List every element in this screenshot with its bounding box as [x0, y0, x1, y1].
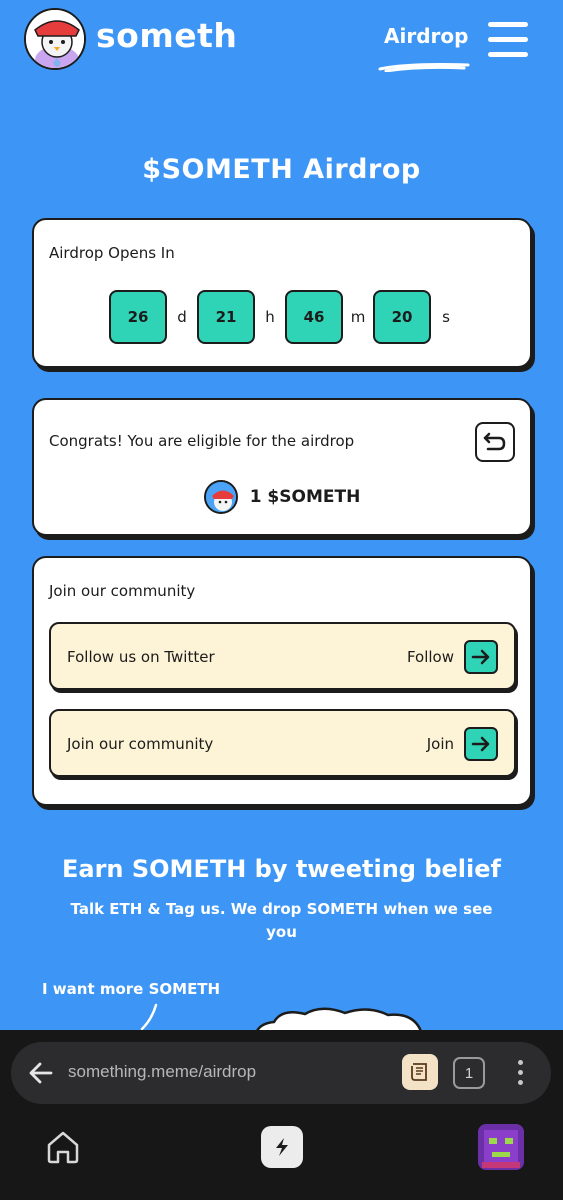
reader-mode-icon[interactable]	[402, 1054, 438, 1090]
join-arrow-button[interactable]	[464, 727, 498, 761]
eligibility-card: Congrats! You are eligible for the airdr…	[32, 398, 532, 536]
eligibility-message: Congrats! You are eligible for the airdr…	[49, 432, 355, 450]
token-amount: 1 $SOMETH	[249, 487, 361, 507]
countdown-days-unit: d	[177, 308, 187, 326]
community-title: Join our community	[49, 582, 196, 600]
browser-bar: something.meme/airdrop 1	[0, 1030, 563, 1200]
site-header: someth Airdrop	[0, 0, 563, 90]
countdown-hours: 21	[197, 290, 255, 344]
back-arrow-icon[interactable]	[27, 1059, 55, 1087]
countdown-days: 26	[109, 290, 167, 344]
token-balance: 1 $SOMETH	[34, 480, 530, 514]
tab-count-icon[interactable]: 1	[453, 1057, 485, 1089]
callout-pointer	[140, 1003, 158, 1030]
brand-name[interactable]: someth	[96, 16, 237, 55]
follow-arrow-button[interactable]	[464, 640, 498, 674]
profile-avatar-icon[interactable]	[478, 1124, 524, 1170]
nav-underline-scribble	[378, 63, 470, 72]
page: someth Airdrop $SOMETH Airdrop Airdrop O…	[0, 0, 563, 1030]
home-icon[interactable]	[44, 1128, 82, 1166]
earn-subtitle: Talk ETH & Tag us. We drop SOMETH when w…	[70, 900, 493, 941]
countdown-title: Airdrop Opens In	[49, 244, 175, 262]
community-card: Join our community Follow us on Twitter …	[32, 556, 532, 806]
countdown-hours-unit: h	[265, 308, 275, 326]
join-community-row[interactable]: Join our community Join	[49, 709, 516, 777]
join-button-label[interactable]: Join	[427, 735, 454, 753]
page-title: $SOMETH Airdrop	[142, 154, 421, 185]
logo-avatar[interactable]	[24, 8, 86, 70]
url-text[interactable]: something.meme/airdrop	[68, 1062, 256, 1082]
speech-cloud	[256, 1007, 422, 1030]
hamburger-menu-icon[interactable]	[488, 20, 530, 60]
arrow-right-icon	[471, 736, 490, 752]
reset-button[interactable]	[475, 422, 515, 462]
undo-arrow-icon	[483, 432, 506, 451]
nav-airdrop-link[interactable]: Airdrop	[384, 24, 468, 48]
follow-twitter-row[interactable]: Follow us on Twitter Follow	[49, 622, 516, 690]
countdown-timer: 26 d 21 h 46 m 20 s	[109, 290, 461, 344]
countdown-minutes-unit: m	[350, 308, 366, 326]
follow-twitter-label: Follow us on Twitter	[67, 648, 215, 666]
token-logo-icon	[203, 480, 238, 514]
quick-action-icon[interactable]	[261, 1126, 303, 1168]
countdown-minutes: 46	[285, 290, 343, 344]
countdown-card: Airdrop Opens In 26 d 21 h 46 m 20 s	[32, 218, 532, 368]
address-bar[interactable]: something.meme/airdrop 1	[11, 1042, 551, 1104]
join-community-label: Join our community	[67, 735, 214, 753]
callout-text: I want more SOMETH	[42, 980, 221, 998]
arrow-right-icon	[471, 649, 490, 665]
countdown-seconds-unit: s	[442, 308, 450, 326]
earn-title: Earn SOMETH by tweeting belief	[62, 855, 501, 883]
follow-button-label[interactable]: Follow	[407, 648, 454, 666]
more-options-icon[interactable]	[511, 1059, 529, 1087]
countdown-seconds: 20	[373, 290, 431, 344]
